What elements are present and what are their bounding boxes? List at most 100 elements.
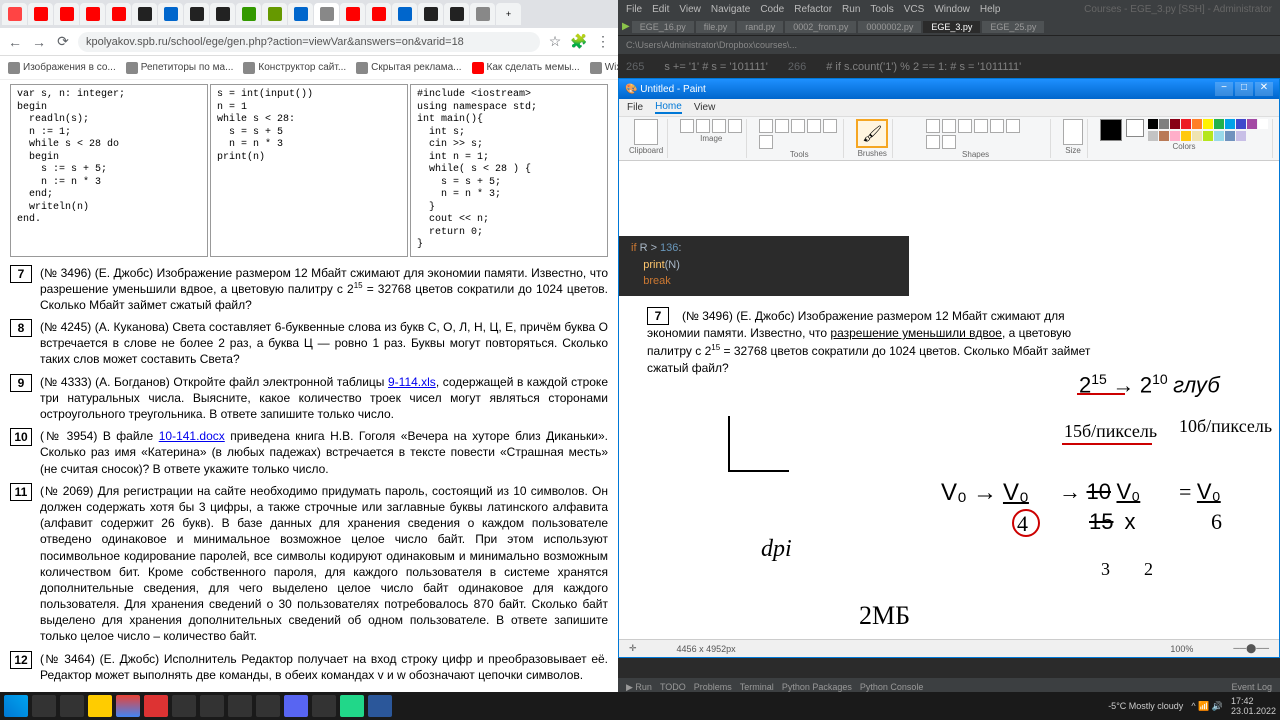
menu-icon[interactable]: ⋮ — [594, 33, 612, 51]
browser-tab[interactable] — [184, 3, 209, 25]
browser-tab[interactable] — [262, 3, 287, 25]
palette-color[interactable] — [1203, 131, 1213, 141]
rotate-icon[interactable] — [728, 119, 742, 133]
chrome-icon[interactable] — [116, 695, 140, 717]
eraser-icon[interactable] — [807, 119, 821, 133]
app-icon[interactable] — [256, 695, 280, 717]
browser-tab[interactable] — [132, 3, 157, 25]
forward-button[interactable]: → — [30, 33, 48, 51]
file-link[interactable]: 10-141.docx — [159, 429, 225, 443]
picker-icon[interactable] — [823, 119, 837, 133]
clock[interactable]: 17:4223.01.2022 — [1231, 696, 1276, 716]
file-tab[interactable]: file.py — [696, 21, 736, 33]
terminal-tab[interactable]: Terminal — [740, 682, 774, 692]
event-log[interactable]: Event Log — [1231, 682, 1272, 692]
browser-tab[interactable] — [80, 3, 105, 25]
extensions-icon[interactable]: 🧩 — [570, 33, 588, 51]
menu-edit[interactable]: Edit — [652, 4, 669, 15]
bookmark-item[interactable]: Как сделать мемы... — [472, 62, 580, 74]
file-tab[interactable]: EGE_25.py — [982, 21, 1044, 33]
palette-color[interactable] — [1192, 131, 1202, 141]
menu-run[interactable]: Run — [842, 4, 860, 15]
file-link[interactable]: 9-114.xls — [388, 375, 436, 389]
pencil-icon[interactable] — [759, 119, 773, 133]
app-icon[interactable] — [144, 695, 168, 717]
browser-tab[interactable] — [236, 3, 261, 25]
palette-color[interactable] — [1225, 119, 1235, 129]
browser-tab[interactable] — [54, 3, 79, 25]
browser-tab[interactable] — [418, 3, 443, 25]
close-button[interactable]: ✕ — [1255, 82, 1273, 96]
shape-icon[interactable] — [974, 119, 988, 133]
menu-refactor[interactable]: Refactor — [794, 4, 832, 15]
file-tab[interactable]: 0002_from.py — [785, 21, 856, 33]
palette-color[interactable] — [1214, 119, 1224, 129]
run-tab[interactable]: ▶ Run — [626, 682, 652, 693]
ribbon-home[interactable]: Home — [655, 101, 682, 114]
shape-icon[interactable] — [926, 135, 940, 149]
menu-tools[interactable]: Tools — [870, 4, 893, 15]
select-icon[interactable] — [680, 119, 694, 133]
palette-color[interactable] — [1225, 131, 1235, 141]
explorer-icon[interactable] — [88, 695, 112, 717]
palette-color[interactable] — [1247, 119, 1257, 129]
menu-code[interactable]: Code — [760, 4, 784, 15]
file-tab-active[interactable]: EGE_3.py — [923, 21, 980, 33]
shape-icon[interactable] — [990, 119, 1004, 133]
browser-tab[interactable] — [106, 3, 131, 25]
shape-icon[interactable] — [942, 135, 956, 149]
browser-tab[interactable] — [340, 3, 365, 25]
browser-tab[interactable] — [28, 3, 53, 25]
app-icon[interactable] — [200, 695, 224, 717]
brush-selector[interactable]: 🖌 — [856, 119, 888, 148]
app-icon[interactable] — [228, 695, 252, 717]
palette-color[interactable] — [1192, 119, 1202, 129]
text-icon[interactable] — [791, 119, 805, 133]
palette-color[interactable] — [1181, 119, 1191, 129]
resize-icon[interactable] — [712, 119, 726, 133]
bookmark-item[interactable]: Wix разметка. Уро... — [590, 62, 618, 74]
paint-canvas[interactable]: if R > 136: print(N) break 7 (№ 3496) (Е… — [619, 161, 1279, 639]
browser-tab[interactable] — [470, 3, 495, 25]
palette-color[interactable] — [1258, 119, 1268, 129]
paste-icon[interactable] — [634, 119, 658, 145]
color2[interactable] — [1126, 119, 1144, 137]
browser-tab[interactable] — [158, 3, 183, 25]
bookmark-item[interactable]: Изображения в со... — [8, 62, 116, 74]
weather-widget[interactable]: -5°C Mostly cloudy — [1108, 701, 1183, 711]
file-tab[interactable]: 0000002.py — [858, 21, 921, 33]
app-icon[interactable] — [312, 695, 336, 717]
palette-color[interactable] — [1203, 119, 1213, 129]
menu-vcs[interactable]: VCS — [904, 4, 925, 15]
star-icon[interactable]: ☆ — [546, 33, 564, 51]
ribbon-view[interactable]: View — [694, 102, 716, 113]
palette-color[interactable] — [1214, 131, 1224, 141]
back-button[interactable]: ← — [6, 33, 24, 51]
console-tab[interactable]: Python Console — [860, 682, 924, 692]
url-field[interactable]: kpolyakov.spb.ru/school/ege/gen.php?acti… — [78, 32, 540, 52]
minimize-button[interactable]: − — [1215, 82, 1233, 96]
browser-tab[interactable] — [210, 3, 235, 25]
shape-icon[interactable] — [1006, 119, 1020, 133]
palette-color[interactable] — [1148, 131, 1158, 141]
taskview-icon[interactable] — [60, 695, 84, 717]
start-button[interactable] — [4, 695, 28, 717]
browser-tab[interactable] — [2, 3, 27, 25]
reload-button[interactable]: ⟳ — [54, 33, 72, 51]
browser-tab[interactable] — [392, 3, 417, 25]
shape-icon[interactable] — [942, 119, 956, 133]
shape-icon[interactable] — [958, 119, 972, 133]
palette-color[interactable] — [1170, 119, 1180, 129]
browser-tab[interactable] — [288, 3, 313, 25]
menu-navigate[interactable]: Navigate — [711, 4, 750, 15]
browser-tab-active[interactable] — [314, 3, 339, 25]
ribbon-file[interactable]: File — [627, 102, 643, 113]
palette-color[interactable] — [1236, 119, 1246, 129]
maximize-button[interactable]: □ — [1235, 82, 1253, 96]
fill-icon[interactable] — [775, 119, 789, 133]
bookmark-item[interactable]: Конструктор сайт... — [243, 62, 346, 74]
palette-color[interactable] — [1181, 131, 1191, 141]
palette-color[interactable] — [1159, 131, 1169, 141]
menu-view[interactable]: View — [679, 4, 701, 15]
tray-icons[interactable]: ^ 📶 🔊 — [1191, 701, 1223, 712]
